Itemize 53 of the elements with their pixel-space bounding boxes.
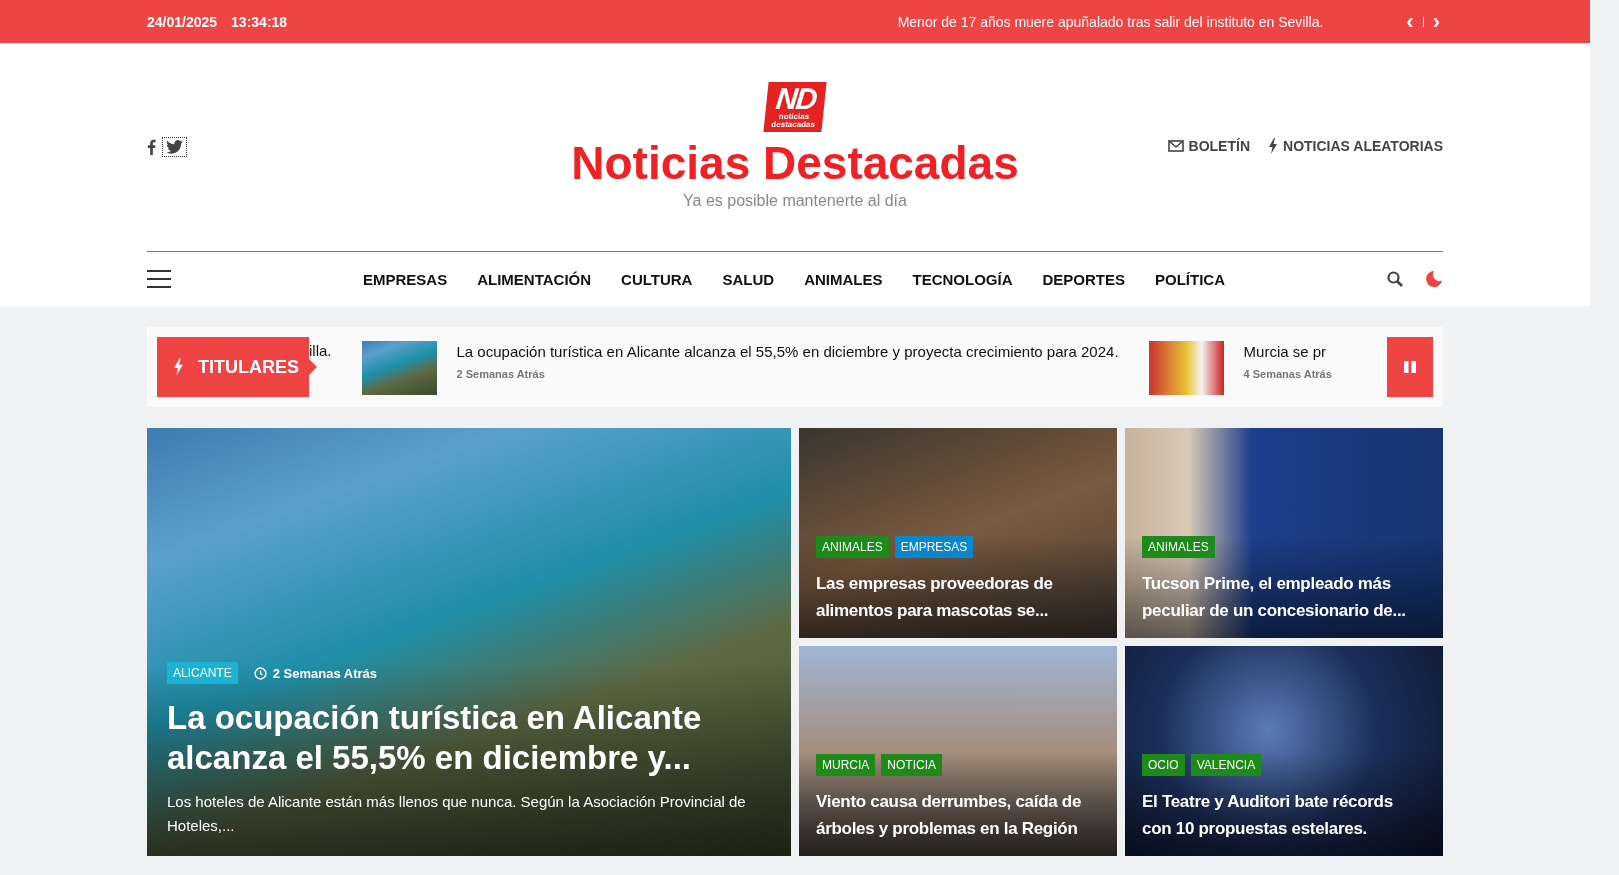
nav-link[interactable]: DEPORTES bbox=[1042, 270, 1125, 288]
newsletter-link[interactable]: BOLETÍN bbox=[1167, 138, 1250, 154]
category-tag[interactable]: VALENCIA bbox=[1190, 754, 1262, 776]
article-title[interactable]: La ocupación turística en Alicante alcanza el 55,5% en diciembre y... bbox=[167, 698, 771, 778]
date-text: 24/01/2025 bbox=[147, 13, 218, 30]
category-tag[interactable]: NOTICIA bbox=[881, 754, 942, 776]
ticker-headline[interactable]: Murcia se pr bbox=[1243, 343, 1332, 360]
breaking-news-link[interactable]: Menor de 17 años muere apuñalado tras salir del instituto en Sevilla. bbox=[897, 13, 1324, 30]
facebook-icon[interactable] bbox=[147, 139, 156, 155]
time-ago: 2 Semanas Atrás bbox=[253, 665, 377, 681]
nav-link[interactable]: EMPRESAS bbox=[363, 270, 448, 288]
nav-link[interactable]: ANIMALES bbox=[804, 270, 883, 288]
time-ago: 4 Semanas Atrás bbox=[1243, 368, 1332, 380]
twitter-icon[interactable] bbox=[162, 137, 187, 157]
search-icon[interactable] bbox=[1387, 271, 1403, 287]
nav-link[interactable]: POLÍTICA bbox=[1155, 270, 1225, 288]
lightning-icon bbox=[1268, 138, 1278, 154]
category-tag[interactable]: OCIO bbox=[1142, 754, 1185, 776]
lightning-icon bbox=[173, 358, 184, 376]
article-excerpt: Los hoteles de Alicante están más llenos que nunca. Según la Asociación Provincial de Hoteles,... bbox=[167, 792, 747, 836]
nav-link[interactable]: SALUD bbox=[722, 270, 775, 288]
time-text: 13:34:18 bbox=[231, 13, 288, 30]
article-card[interactable]: MURCIA NOTICIA Viento causa derrumbes, caída de árboles y problemas en la Región bbox=[799, 646, 1117, 856]
article-card[interactable]: ANIMALES EMPRESAS Las empresas proveedoras de alimentos para mascotas se... bbox=[799, 428, 1117, 638]
category-tag[interactable]: MURCIA bbox=[816, 754, 876, 776]
category-tag[interactable]: ANIMALES bbox=[816, 536, 889, 558]
ticker-headline[interactable]: illa. bbox=[309, 342, 332, 359]
nav-link[interactable]: CULTURA bbox=[621, 270, 693, 288]
nav-link[interactable]: ALIMENTACIÓN bbox=[477, 270, 592, 288]
tagline: Ya es posible mantenerte al día bbox=[683, 192, 907, 210]
logo[interactable]: ND noticias destacadas bbox=[763, 82, 827, 132]
site-title[interactable]: Noticias Destacadas bbox=[571, 136, 1019, 190]
category-tag[interactable]: EMPRESAS bbox=[894, 536, 974, 558]
article-card[interactable]: ANIMALES Tucson Prime, el empleado más peculiar de un concesionario de... bbox=[1125, 428, 1443, 638]
menu-icon[interactable] bbox=[147, 270, 171, 288]
previous-button[interactable]: ‹ bbox=[1403, 10, 1417, 33]
article-title[interactable]: El Teatre y Auditori bate récords con 10 propuestas estelares. bbox=[1142, 788, 1426, 842]
ticker-headline[interactable]: La ocupación turística en Alicante alcanza el 55,5% en diciembre y proyecta crecimiento para 2024. bbox=[456, 343, 1119, 360]
random-news-link[interactable]: NOTICIAS ALEATORIAS bbox=[1268, 138, 1443, 154]
envelope-icon bbox=[1167, 140, 1184, 152]
nav-link[interactable]: TECNOLOGÍA bbox=[912, 270, 1013, 288]
article-card[interactable]: OCIO VALENCIA El Teatre y Auditori bate récords con 10 propuestas estelares. bbox=[1125, 646, 1443, 856]
next-button[interactable]: › bbox=[1429, 10, 1443, 33]
featured-article-card[interactable]: ALICANTE 2 Semanas Atrás La ocupación turística en Alicante alcanza el 55,5% en diciembre y... Los hoteles de Alicante están más llenos que nunca. Según la Asociación Provincial de Hoteles,... bbox=[147, 428, 791, 856]
article-title[interactable]: Viento causa derrumbes, caída de árboles y problemas en la Región bbox=[816, 788, 1100, 842]
time-ago: 2 Semanas Atrás bbox=[456, 368, 546, 380]
pause-button[interactable] bbox=[1387, 337, 1433, 397]
category-tag[interactable]: ANIMALES bbox=[1142, 536, 1215, 558]
article-title[interactable]: Las empresas proveedoras de alimentos para mascotas se... bbox=[816, 570, 1100, 624]
moon-icon[interactable] bbox=[1425, 270, 1443, 288]
clock-icon bbox=[253, 666, 267, 680]
article-title[interactable]: Tucson Prime, el empleado más peculiar de un concesionario de... bbox=[1142, 570, 1426, 624]
pause-icon bbox=[1404, 361, 1416, 373]
